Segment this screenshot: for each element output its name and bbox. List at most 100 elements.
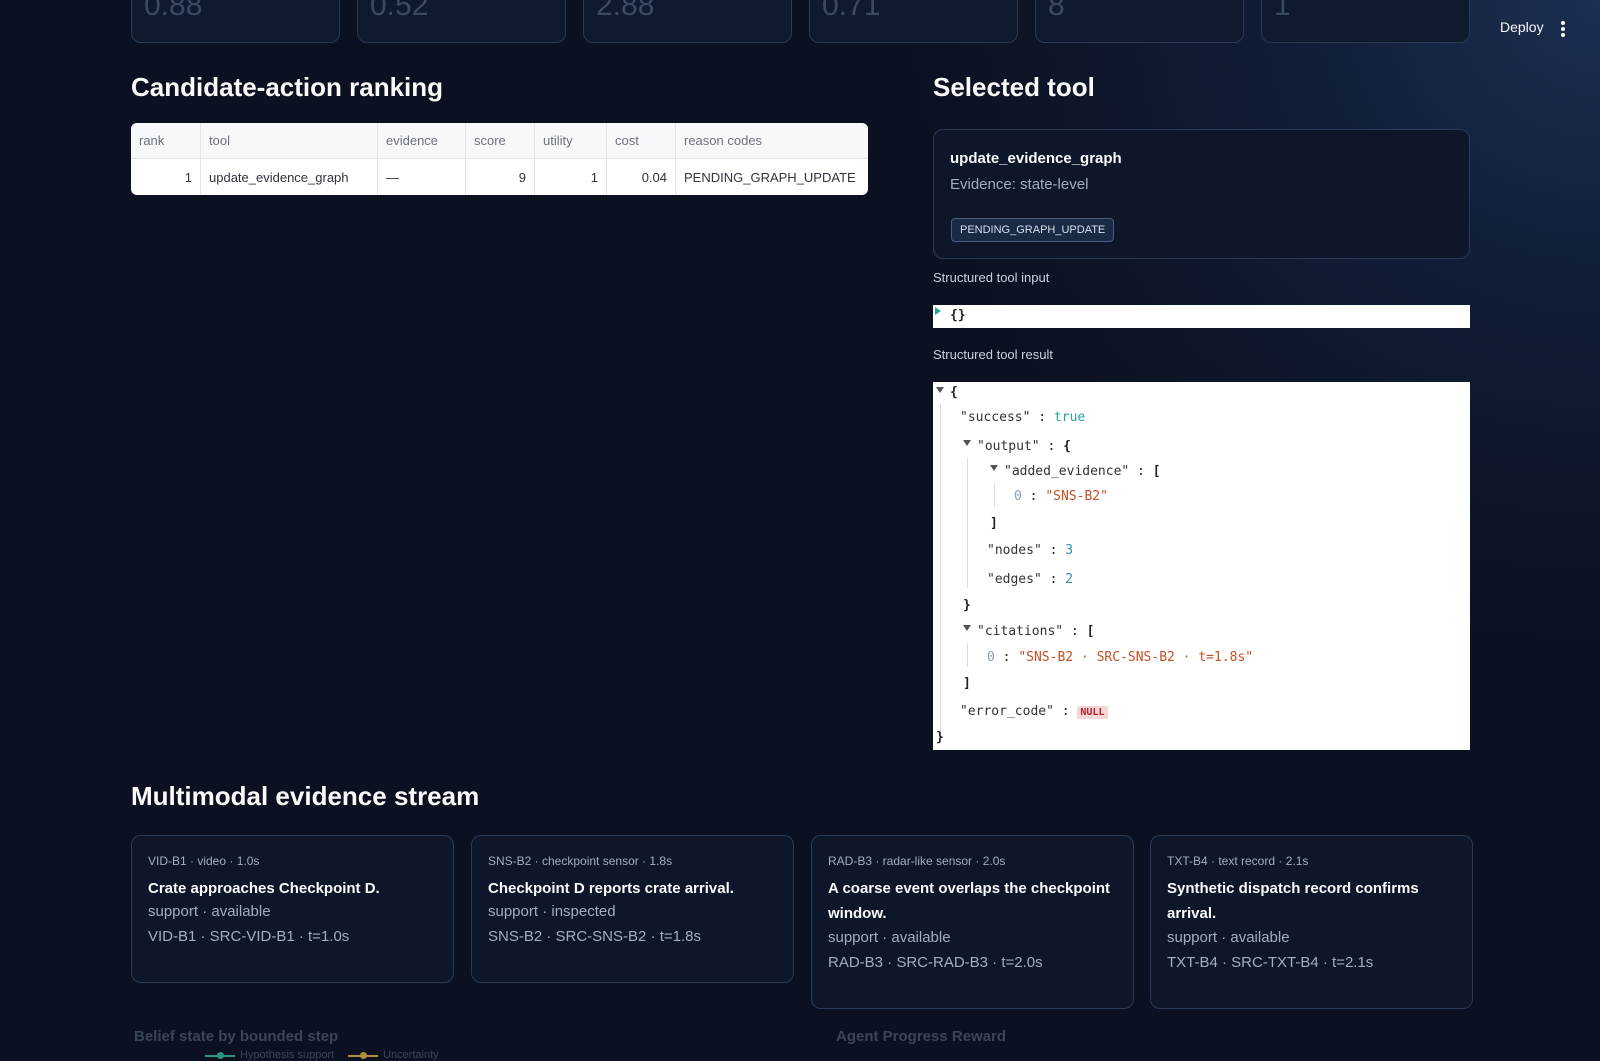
json-value: {} [950, 308, 966, 323]
json-brace: } [963, 598, 971, 613]
evidence-status: support · inspected [488, 903, 616, 920]
tool-input-json[interactable]: {} [933, 305, 1470, 328]
json-line-edges: "edges" : 2 [987, 572, 1074, 587]
belief-chart-title: Belief state by bounded step [134, 1028, 339, 1045]
metric-value: 0.52 [370, 0, 429, 22]
metric-value: 8 [1048, 0, 1065, 22]
table-row[interactable]: 1 update_evidence_graph — 9 1 0.04 PENDI… [131, 159, 868, 195]
tool-name: update_evidence_graph [950, 150, 1122, 167]
column-header[interactable]: utility [535, 123, 607, 158]
metric-card: 0.71 [809, 0, 1018, 43]
metric-value: 0.88 [144, 0, 203, 22]
legend-swatch [348, 1052, 378, 1059]
metric-card: 8 [1035, 0, 1244, 43]
evidence-meta: TXT-B4 · text record · 2.1s [1167, 854, 1309, 868]
table-cell: update_evidence_graph [201, 159, 378, 195]
json-line-citations: "citations" : [ [977, 624, 1095, 639]
tool-input-label: Structured tool input [933, 270, 1050, 285]
metric-card: 1 [1261, 0, 1470, 43]
column-header[interactable]: cost [607, 123, 676, 158]
json-value: 3 [1065, 543, 1074, 558]
metric-value: 0.71 [822, 0, 881, 22]
json-line-added-evidence: "added_evidence" : [ [1004, 464, 1161, 479]
evidence-title: A coarse event overlaps the checkpoint w… [828, 880, 1111, 922]
collapse-arrow-icon[interactable] [963, 440, 971, 446]
json-line-nodes: "nodes" : 3 [987, 543, 1074, 558]
json-guide [994, 483, 995, 507]
deploy-button[interactable]: Deploy [1500, 19, 1544, 35]
metric-value: 2.88 [596, 0, 655, 22]
json-value: "SNS-B2" [1045, 489, 1108, 504]
json-value: 2 [1065, 572, 1074, 587]
json-bracket: ] [990, 516, 998, 531]
reward-chart-title: Agent Progress Reward [836, 1028, 1007, 1045]
column-header[interactable]: evidence [378, 123, 466, 158]
evidence-meta: RAD-B3 · radar-like sensor · 2.0s [828, 854, 1006, 868]
json-brace: } [936, 730, 944, 745]
json-key: "success" [960, 410, 1031, 425]
table-cell: 1 [535, 159, 607, 195]
evidence-status: support · available [148, 903, 271, 920]
collapse-arrow-icon[interactable] [936, 387, 944, 393]
json-key: "added_evidence" [1004, 464, 1130, 479]
json-key: "error_code" [960, 704, 1054, 719]
json-line-array-item: 0 : "SNS-B2 · SRC-SNS-B2 · t=1.8s" [987, 650, 1254, 665]
column-header[interactable]: score [466, 123, 535, 158]
metric-card: 0.88 [131, 0, 340, 43]
json-key: "output" [977, 439, 1040, 454]
column-header[interactable]: tool [201, 123, 378, 158]
json-value: true [1053, 410, 1086, 425]
json-line-error-code: "error_code" : NULL [960, 704, 1108, 719]
evidence-title: Crate approaches Checkpoint D. [148, 880, 380, 897]
legend-label: Uncertainty [383, 1049, 439, 1061]
json-line-success: "success" : true [960, 410, 1086, 425]
evidence-citation: TXT-B4 · SRC-TXT-B4 · t=2.1s [1167, 954, 1374, 971]
table-cell: — [378, 159, 466, 195]
expand-arrow-icon[interactable] [935, 307, 941, 315]
table-cell: 0.04 [607, 159, 676, 195]
json-guide [967, 643, 968, 667]
json-key: "edges" [987, 572, 1042, 587]
json-guide [940, 404, 941, 734]
selected-tool-title: Selected tool [933, 72, 1095, 102]
column-header[interactable]: rank [131, 123, 201, 158]
evidence-meta: VID-B1 · video · 1.0s [148, 854, 260, 868]
reason-badge: PENDING_GRAPH_UPDATE [951, 218, 1115, 242]
metric-card: 0.52 [357, 0, 566, 43]
evidence-card: TXT-B4 · text record · 2.1s Synthetic di… [1150, 835, 1473, 1009]
table-header: rank tool evidence score utility cost re… [131, 123, 868, 159]
column-header[interactable]: reason codes [676, 123, 868, 158]
metric-value: 1 [1274, 0, 1291, 22]
json-brace: { [950, 385, 958, 400]
ranking-title: Candidate-action ranking [131, 72, 444, 102]
evidence-title: Checkpoint D reports crate arrival. [488, 880, 734, 897]
evidence-status: support · available [1167, 929, 1290, 946]
json-value: "SNS-B2 · SRC-SNS-B2 · t=1.8s" [1018, 650, 1254, 665]
evidence-status: support · available [828, 929, 951, 946]
evidence-card: SNS-B2 · checkpoint sensor · 1.8s Checkp… [471, 835, 794, 983]
tool-result-json[interactable]: { "success" : true "output" : { "added_e… [933, 382, 1470, 750]
evidence-title: Synthetic dispatch record confirms arriv… [1167, 880, 1419, 922]
tool-evidence: Evidence: state-level [950, 176, 1089, 193]
main-menu-icon[interactable] [1561, 21, 1565, 39]
evidence-stream-title: Multimodal evidence stream [131, 781, 480, 811]
tool-result-label: Structured tool result [933, 347, 1053, 362]
json-line-output: "output" : { [977, 439, 1071, 454]
collapse-arrow-icon[interactable] [963, 625, 971, 631]
table-cell: 9 [466, 159, 535, 195]
json-null-badge: NULL [1077, 706, 1108, 719]
evidence-citation: SNS-B2 · SRC-SNS-B2 · t=1.8s [488, 928, 701, 945]
json-guide [967, 458, 968, 588]
evidence-meta: SNS-B2 · checkpoint sensor · 1.8s [488, 854, 673, 868]
table-cell: 1 [131, 159, 201, 195]
legend-swatch [205, 1052, 235, 1059]
ranking-table[interactable]: rank tool evidence score utility cost re… [131, 123, 868, 195]
json-key: "nodes" [987, 543, 1042, 558]
evidence-citation: VID-B1 · SRC-VID-B1 · t=1.0s [148, 928, 350, 945]
evidence-citation: RAD-B3 · SRC-RAD-B3 · t=2.0s [828, 954, 1043, 971]
legend-label: Hypothesis support [240, 1049, 335, 1061]
json-key: "citations" [977, 624, 1064, 639]
collapse-arrow-icon[interactable] [990, 465, 998, 471]
metric-card: 2.88 [583, 0, 792, 43]
json-index: 0 [987, 650, 995, 665]
